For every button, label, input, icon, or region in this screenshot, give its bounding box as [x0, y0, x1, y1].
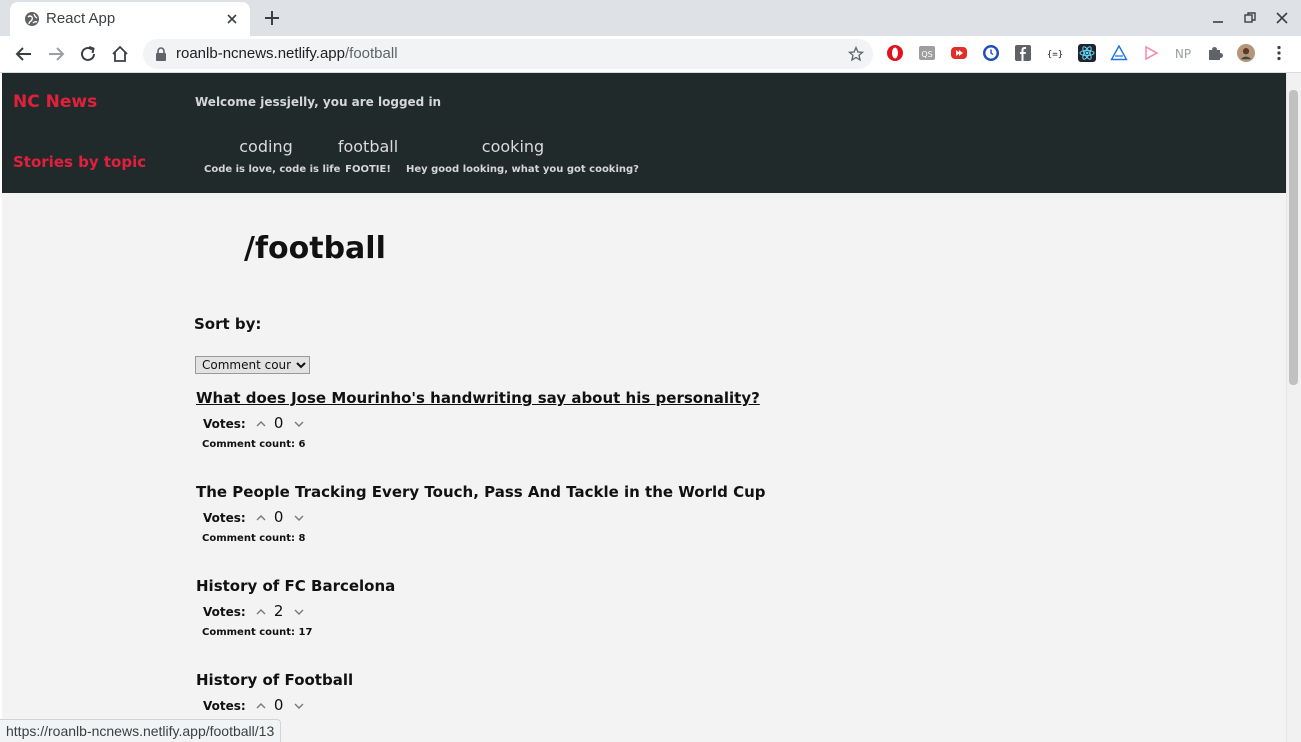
url-host: roanlb-ncnews.netlify.app — [176, 45, 345, 62]
opera-extension-icon[interactable] — [886, 44, 904, 62]
brand-logo-text[interactable]: NC News — [13, 92, 97, 112]
sort-label: Sort by: — [194, 315, 262, 333]
votes-row: Votes: 2 — [203, 601, 305, 620]
topic-link-coding[interactable]: coding Code is love, code is life — [204, 137, 341, 175]
url-path: /football — [344, 45, 398, 62]
kebab-menu-icon[interactable] — [1270, 44, 1288, 62]
triangle-extension-icon[interactable] — [1110, 44, 1128, 62]
article-item: The People Tracking Every Touch, Pass An… — [196, 483, 766, 544]
back-arrow-icon[interactable] — [14, 44, 34, 64]
topic-link-football[interactable]: football FOOTIE! — [336, 137, 400, 175]
votes-row: Votes: 0 — [203, 695, 305, 714]
downvote-chevron-icon[interactable] — [293, 701, 305, 711]
article-item: History of Football Votes: 0 — [196, 671, 353, 714]
article-title-link[interactable]: History of Football — [196, 671, 353, 689]
browser-tab-strip: React App — [0, 0, 1301, 36]
article-title-link[interactable]: History of FC Barcelona — [196, 577, 395, 595]
restore-icon[interactable] — [1242, 10, 1258, 26]
json-extension-icon[interactable]: {=} — [1046, 44, 1064, 62]
votes-label: Votes: — [203, 511, 246, 525]
article-title-link[interactable]: The People Tracking Every Touch, Pass An… — [196, 483, 766, 501]
votes-row: Votes: 0 — [203, 507, 305, 526]
topic-description: FOOTIE! — [345, 164, 391, 175]
topic-link-cooking[interactable]: cooking Hey good looking, what you got c… — [406, 137, 639, 175]
play-extension-icon[interactable] — [1142, 44, 1160, 62]
topic-description: Code is love, code is life — [204, 164, 341, 175]
facebook-extension-icon[interactable] — [1014, 44, 1032, 62]
downvote-chevron-icon[interactable] — [293, 607, 305, 617]
svg-text:{=}: {=} — [1047, 50, 1063, 60]
close-window-icon[interactable] — [1274, 10, 1290, 26]
sort-select[interactable]: Comment count — [195, 356, 310, 374]
svg-text:NP: NP — [1175, 47, 1191, 61]
upvote-chevron-icon[interactable] — [255, 607, 267, 617]
address-bar[interactable]: roanlb-ncnews.netlify.app/football — [143, 39, 873, 69]
welcome-message: Welcome jessjelly, you are logged in — [195, 95, 442, 109]
tab-title: React App — [46, 10, 116, 27]
react-devtools-icon[interactable] — [1078, 44, 1096, 62]
vote-count: 0 — [273, 414, 284, 432]
topic-name: football — [337, 137, 399, 156]
profile-avatar-icon[interactable] — [1237, 44, 1255, 62]
np-extension-icon[interactable]: NP — [1174, 44, 1192, 62]
topic-description: Hey good looking, what you got cooking? — [406, 164, 639, 175]
vote-count: 0 — [273, 508, 284, 526]
comment-count: Comment count: 8 — [202, 533, 306, 544]
vote-count: 2 — [273, 602, 284, 620]
upvote-chevron-icon[interactable] — [255, 513, 267, 523]
puzzle-extensions-icon[interactable] — [1206, 44, 1224, 62]
downvote-chevron-icon[interactable] — [293, 419, 305, 429]
scrollbar-thumb[interactable] — [1289, 90, 1298, 385]
home-icon[interactable] — [110, 44, 130, 64]
browser-tab[interactable]: React App — [10, 2, 250, 36]
video-extension-icon[interactable] — [950, 44, 968, 62]
votes-label: Votes: — [203, 417, 246, 431]
stories-by-topic-label: Stories by topic — [13, 153, 147, 171]
url-text[interactable]: roanlb-ncnews.netlify.app/football — [176, 45, 398, 62]
page-title: /football — [244, 231, 386, 266]
comment-count: Comment count: 6 — [202, 439, 306, 450]
vote-count: 0 — [273, 696, 284, 714]
reload-icon[interactable] — [78, 44, 98, 64]
comment-count: Comment count: 17 — [202, 627, 313, 638]
votes-row: Votes: 0 — [203, 413, 305, 432]
browser-toolbar: roanlb-ncnews.netlify.app/football — [0, 36, 1301, 73]
topic-name: cooking — [481, 137, 545, 156]
article-item: What does Jose Mourinho's handwriting sa… — [196, 389, 760, 450]
article-title-link[interactable]: What does Jose Mourinho's handwriting sa… — [196, 389, 760, 407]
downvote-chevron-icon[interactable] — [293, 513, 305, 523]
close-tab-icon[interactable] — [224, 11, 240, 27]
svg-text:QS: QS — [921, 50, 932, 59]
votes-label: Votes: — [203, 699, 246, 713]
upvote-chevron-icon[interactable] — [255, 419, 267, 429]
link-status-bar: https://roanlb-ncnews.netlify.app/footba… — [0, 719, 282, 742]
forward-arrow-icon[interactable] — [46, 44, 66, 64]
main-content: /football Sort by: Comment count What do… — [2, 193, 1286, 742]
minimize-icon[interactable] — [1210, 10, 1226, 26]
topic-name: coding — [239, 137, 293, 156]
upvote-chevron-icon[interactable] — [255, 701, 267, 711]
votes-label: Votes: — [203, 605, 246, 619]
qs-extension-icon[interactable]: QS — [918, 44, 936, 62]
app-header: NC News Stories by topic Welcome jessjel… — [2, 73, 1301, 193]
globe-icon — [25, 12, 39, 26]
clock-extension-icon[interactable] — [982, 44, 1000, 62]
article-item: History of FC Barcelona Votes: 2 Comment… — [196, 577, 395, 638]
new-tab-icon[interactable] — [262, 8, 282, 28]
bookmark-star-icon[interactable] — [848, 46, 864, 62]
lock-icon[interactable] — [155, 47, 167, 61]
